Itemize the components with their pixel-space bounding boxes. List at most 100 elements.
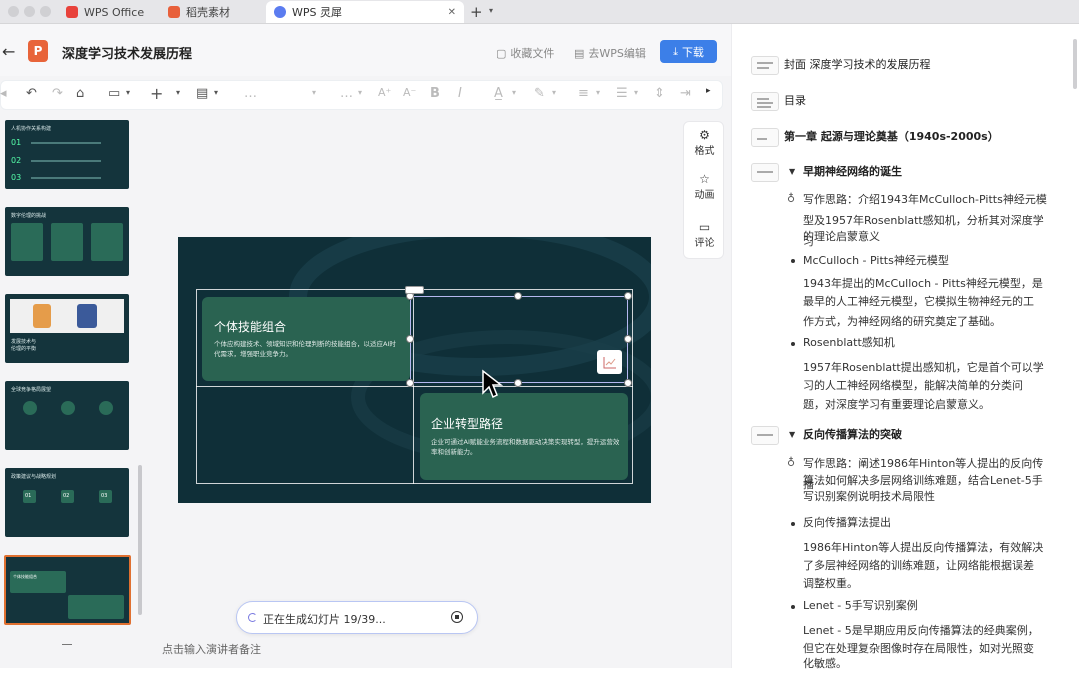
- thumbnail-scrollbar[interactable]: [138, 465, 142, 615]
- resize-handle[interactable]: [624, 379, 632, 387]
- tab-docer-material[interactable]: 稻壳素材: [160, 1, 260, 23]
- font-name-select[interactable]: …: [244, 86, 257, 101]
- card-individual-skills[interactable]: 个体技能组合 个体应构建技术、领域知识和伦理判断的技能组合，以适应AI时代需求，…: [202, 297, 410, 381]
- window-close-button[interactable]: [8, 6, 19, 17]
- textbox-icon[interactable]: ▤: [196, 86, 208, 101]
- format-panel-button[interactable]: ⚙ 格式: [684, 128, 725, 157]
- undo-icon[interactable]: ↶: [26, 86, 37, 101]
- outline-scrollbar[interactable]: [1073, 39, 1077, 89]
- thumbnail-title: 个体技能组合: [13, 574, 37, 579]
- insert-plus-icon[interactable]: +: [150, 84, 163, 103]
- tab-wps-office[interactable]: WPS Office: [58, 1, 158, 23]
- star-icon: ☆: [699, 172, 710, 186]
- bullet-dot: [791, 605, 795, 609]
- thumbnail-title: 政策建议与战略规划: [11, 474, 57, 480]
- outline-point-title[interactable]: McCulloch - Pitts神经元模型: [803, 250, 1053, 271]
- resize-handle[interactable]: [406, 379, 414, 387]
- section-expand-chevron-icon[interactable]: ▼: [789, 430, 795, 439]
- outline-section-title[interactable]: 反向传播算法的突破: [803, 424, 902, 446]
- outline-point-text[interactable]: 化敏感。: [803, 653, 1053, 674]
- slide-thumbnail[interactable]: 政策建议与战略规划 01 02 03: [5, 468, 129, 537]
- layout-dropdown-chevron-icon[interactable]: ▾: [126, 88, 130, 97]
- slide-layout-icon[interactable]: ▭: [108, 86, 120, 101]
- resize-handle[interactable]: [406, 335, 414, 343]
- increase-font-icon[interactable]: A⁺: [378, 86, 391, 99]
- lightbulb-icon: ♁: [787, 192, 796, 205]
- tab-wps-lingxi[interactable]: WPS 灵犀 ✕: [266, 1, 464, 23]
- redo-icon[interactable]: ↷: [52, 86, 63, 101]
- slide-thumbnail[interactable]: 全球竞争格局展望: [5, 381, 129, 450]
- favorite-file-button[interactable]: ▢ 收藏文件: [496, 45, 554, 61]
- stop-generation-button[interactable]: [451, 611, 463, 623]
- outline-point-title[interactable]: Lenet - 5手写识别案例: [803, 595, 1053, 616]
- slide-thumbnail[interactable]: 数字伦理的挑战: [5, 207, 129, 276]
- thumbnail-number: 03: [11, 173, 22, 182]
- textbox-dropdown-chevron-icon[interactable]: ▾: [214, 88, 218, 97]
- new-tab-button[interactable]: +: [470, 3, 483, 21]
- outline-point-text[interactable]: 题，对深度学习有重要理论启蒙意义。: [803, 394, 1053, 415]
- slide-thumbnail[interactable]: 人机协作关系构建 01 02 03: [5, 120, 129, 189]
- highlight-icon[interactable]: ✎: [534, 86, 545, 101]
- tab-label: WPS 灵犀: [292, 6, 342, 19]
- card-body: 企业可通过AI赋能业务流程和数据驱动决策实现转型，提升运营效率和创新能力。: [431, 438, 620, 456]
- comment-panel-button[interactable]: ▭ 评论: [684, 220, 725, 249]
- outline-point-title[interactable]: Rosenblatt感知机: [803, 332, 1053, 353]
- toolbar-left-arrow-icon[interactable]: ◂: [0, 86, 7, 101]
- outline-section-title[interactable]: 早期神经网络的诞生: [803, 161, 902, 183]
- align-chevron-icon[interactable]: ▾: [596, 88, 600, 97]
- resize-handle[interactable]: [514, 292, 522, 300]
- rotate-handle-icon[interactable]: [405, 286, 424, 294]
- edit-label: 去WPS编辑: [588, 47, 646, 60]
- list-chevron-icon[interactable]: ▾: [634, 88, 638, 97]
- close-tab-icon[interactable]: ✕: [448, 7, 456, 18]
- section-expand-chevron-icon[interactable]: ▼: [789, 167, 795, 176]
- outline-chapter-1[interactable]: 第一章 起源与理论奠基（1940s-2000s）: [784, 126, 999, 148]
- decrease-font-icon[interactable]: A⁻: [403, 86, 416, 99]
- font-size-select[interactable]: …: [340, 86, 353, 101]
- tab-list-chevron-icon[interactable]: ▾: [489, 6, 493, 15]
- slide-thumbnail-selected[interactable]: 个体技能组合: [4, 555, 131, 625]
- thumbnail-number: 02: [63, 493, 70, 499]
- collapse-handle[interactable]: [62, 644, 72, 645]
- outline-point-title[interactable]: 反向传播算法提出: [803, 512, 1053, 533]
- toolbar-more-icon[interactable]: ▸: [706, 86, 711, 96]
- back-arrow-icon[interactable]: ←: [2, 42, 15, 61]
- window-zoom-button[interactable]: [40, 6, 51, 17]
- format-painter-icon[interactable]: ⌂: [76, 86, 84, 101]
- bullet-list-icon[interactable]: ☰: [616, 86, 628, 101]
- bold-button[interactable]: B: [430, 86, 440, 101]
- font-color-chevron-icon[interactable]: ▾: [512, 88, 516, 97]
- line-spacing-icon[interactable]: ⇕: [654, 86, 665, 101]
- font-size-chevron-icon[interactable]: ▾: [358, 88, 362, 97]
- selected-placeholder-box[interactable]: [410, 296, 628, 383]
- highlight-chevron-icon[interactable]: ▾: [552, 88, 556, 97]
- resize-handle[interactable]: [624, 292, 632, 300]
- speaker-notes-input[interactable]: 点击输入演讲者备注: [162, 641, 261, 657]
- animation-panel-button[interactable]: ☆ 动画: [684, 172, 725, 201]
- card-enterprise-transformation[interactable]: 企业转型路径 企业可通过AI赋能业务流程和数据驱动决策实现转型，提升运营效率和创…: [420, 393, 628, 480]
- italic-button[interactable]: I: [458, 86, 462, 101]
- document-title: 深度学习技术发展历程: [62, 47, 193, 62]
- resize-handle[interactable]: [514, 379, 522, 387]
- outline-point-text[interactable]: 最早的人工神经元模型，它模拟生物神经元的工: [803, 291, 1053, 312]
- font-color-icon[interactable]: A̲: [494, 86, 503, 101]
- font-name-chevron-icon[interactable]: ▾: [312, 88, 316, 97]
- window-minimize-button[interactable]: [24, 6, 35, 17]
- align-icon[interactable]: ≡: [578, 86, 589, 101]
- indent-icon[interactable]: ⇥: [680, 86, 691, 101]
- outline-point-text[interactable]: 作方式，为神经网络的研究奠定了基础。: [803, 311, 1053, 332]
- slide-thumbnail[interactable]: 发展技术与伦理的平衡: [5, 294, 129, 363]
- outline-cover[interactable]: 封面 深度学习技术的发展历程: [784, 54, 931, 76]
- download-button[interactable]: ⤓ 下载: [660, 40, 717, 63]
- chart-icon: [603, 356, 616, 368]
- insert-chart-button[interactable]: [597, 350, 622, 374]
- resize-handle[interactable]: [624, 335, 632, 343]
- insert-dropdown-chevron-icon[interactable]: ▾: [176, 88, 180, 97]
- thumbnail-illustration-figure: [77, 304, 97, 328]
- outline-point-text[interactable]: 习的人工神经网络模型，能解决简单的分类问: [803, 375, 1053, 396]
- edit-in-wps-button[interactable]: ▤ 去WPS编辑: [574, 45, 646, 61]
- wps-logo-icon: [66, 6, 78, 18]
- generation-status-text: 正在生成幻灯片 19/39...: [263, 613, 386, 626]
- outline-toc[interactable]: 目录: [784, 90, 806, 112]
- outline-point-text[interactable]: 调整权重。: [803, 573, 1053, 594]
